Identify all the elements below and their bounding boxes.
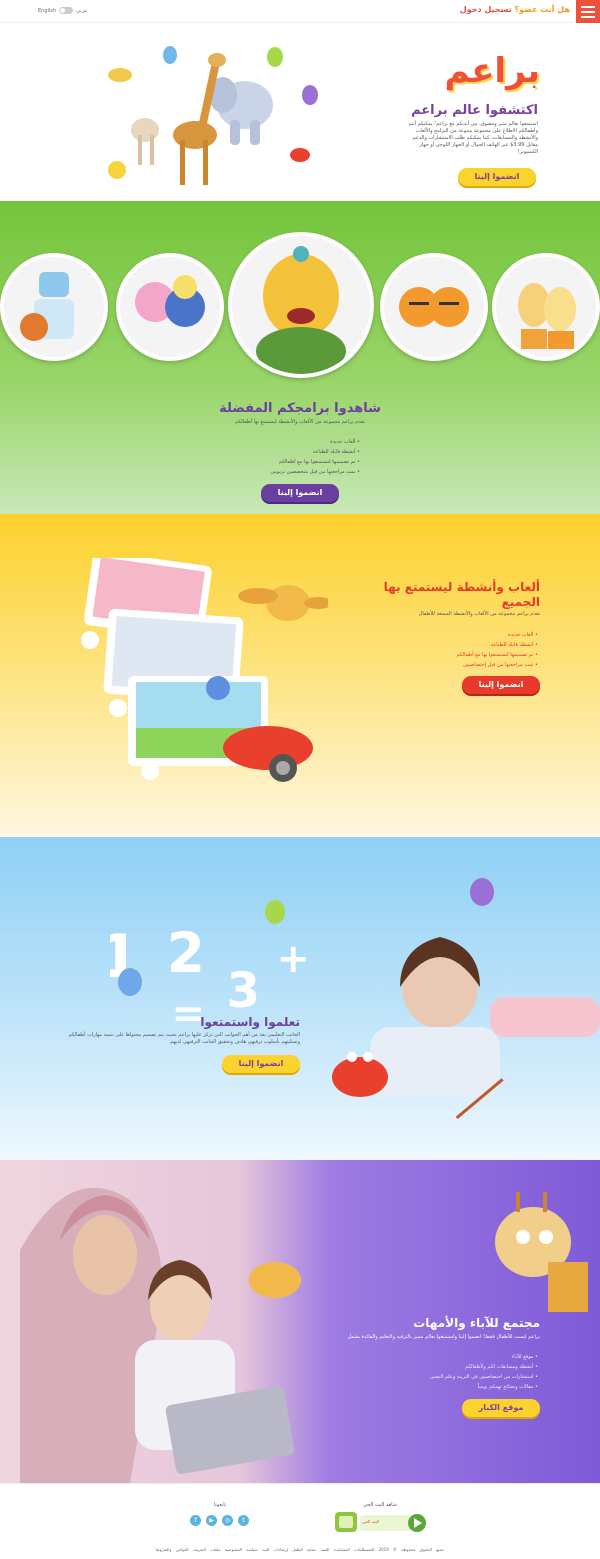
games-section: ألعاب وأنشطة ليستمتع بها الجميع تقدم برا… — [0, 514, 600, 837]
games-subtitle: تقدم براعم مجموعة من الألعاب والأنشطة ال… — [418, 611, 540, 617]
list-item: • موقع للآباء — [511, 1354, 538, 1360]
intro-section: براعم اكتشفوا عالم براعم استمتعوا بعالم … — [0, 23, 600, 201]
shows-section: شاهدوا برامجكم المفضلة تقدم براعم مجموعة… — [0, 201, 600, 514]
games-title: ألعاب وأنشطة ليستمتع بها الجميع — [383, 580, 540, 609]
learn-section: 1 2 3 + = تعلموا واستمتعوا الجانب التعلي… — [0, 837, 600, 1160]
parents-subtitle: براعم ليست للأطفال فقط! انضموا إلينا واس… — [347, 1334, 540, 1340]
lang-arabic[interactable]: عربي — [76, 8, 87, 14]
site-footer: شاهد البث الحي البث الحي تابعونا f ▶ ◎ t… — [0, 1483, 600, 1559]
svg-text:3: 3 — [227, 963, 260, 1019]
svg-text:=: = — [171, 991, 205, 1037]
animal-characters-illustration — [108, 46, 318, 185]
lang-english[interactable]: English — [38, 8, 56, 14]
parents-photo-illustration — [20, 1187, 301, 1483]
character-circle-robot[interactable] — [0, 253, 108, 361]
games-features: • ألعاب جديدة • أنشطة قابلة للطباعة • تم… — [378, 630, 538, 670]
parents-section: مجتمع للآباء والأمهات براعم ليست للأطفال… — [0, 1160, 600, 1483]
parents-title: مجتمع للآباء والأمهات — [413, 1316, 540, 1330]
parents-site-button[interactable]: موقع الكبار — [462, 1399, 540, 1417]
list-item: • استشارات من اختصاصيين في التربية وعلم … — [429, 1374, 538, 1380]
intro-join-button[interactable]: انضموا إلينا — [458, 168, 536, 186]
games-cards-illustration — [81, 558, 328, 782]
language-toggle[interactable] — [59, 7, 74, 14]
top-header: هل أنت عضو؟ تسجيل دخول English عربي — [0, 0, 600, 23]
list-item: • تمت مراجعتها من قبل إختصاصيين — [463, 662, 538, 668]
member-login: هل أنت عضو؟ تسجيل دخول — [460, 5, 570, 14]
follow-us-label: تابعونا — [213, 1502, 227, 1508]
list-item: • تم تصميمها لتستمتعوا بها مع أطفالكم — [278, 459, 360, 465]
learn-description: الجانب التعليمي يعد من أهم الجوانب التي … — [68, 1032, 300, 1045]
character-circle-kids[interactable] — [492, 253, 600, 361]
list-item: • أنشطة ومسابقات لكم ولأطفالكم — [464, 1364, 538, 1370]
list-item: • ألعاب جديدة — [507, 632, 538, 638]
parents-features: • موقع للآباء • أنشطة ومسابقات لكم ولأطف… — [378, 1352, 538, 1392]
giraffe-illustration — [495, 1192, 588, 1312]
list-item: • ألعاب جديدة — [329, 439, 360, 445]
list-item: • تم تصميمها لتستمتعوا بها مع أطفالكم — [456, 652, 538, 658]
footer-links[interactable]: جميع الحقوق محفوظة © 2019 المصطلحات المس… — [0, 1547, 600, 1552]
hamburger-menu-button[interactable] — [576, 0, 600, 23]
intro-title: اكتشفوا عالم براعم — [411, 103, 538, 118]
live-tv-widget[interactable] — [335, 1510, 427, 1536]
learn-title: تعلموا واستمتعوا — [200, 1015, 300, 1029]
shows-subtitle: تقدم براعم مجموعة من الألعاب والأنشطة لي… — [235, 419, 365, 425]
shows-features: • ألعاب جديدة • أنشطة قابلة للطباعة • تم… — [240, 437, 360, 477]
language-switcher[interactable]: English عربي — [38, 7, 87, 14]
svg-text:2: 2 — [167, 921, 205, 985]
baraem-logo: براعم — [444, 51, 540, 91]
watch-live-label: شاهد البث الحي — [363, 1502, 397, 1508]
list-item: • أنشطة قابلة للطباعة — [312, 449, 360, 455]
list-item: • مقالات ونصائح تهمكم يومياً — [477, 1384, 538, 1390]
live-label: البث الحي — [362, 1519, 379, 1524]
learn-join-button[interactable]: انضموا إلينا — [222, 1055, 300, 1073]
list-item: • تمت مراجعتها من قبل متخصصين تربويين — [270, 469, 360, 475]
login-link[interactable]: تسجيل دخول — [460, 5, 512, 14]
list-item: • أنشطة قابلة للطباعة — [490, 642, 538, 648]
member-question: هل أنت عضو؟ — [514, 5, 570, 14]
learning-illustration: 1 2 3 + = — [110, 878, 600, 1120]
twitter-icon[interactable]: t — [238, 1515, 249, 1526]
youtube-icon[interactable]: ▶ — [206, 1515, 217, 1526]
instagram-icon[interactable]: ◎ — [222, 1515, 233, 1526]
character-circle-main[interactable] — [228, 232, 374, 378]
shows-join-button[interactable]: انضموا إلينا — [261, 484, 339, 502]
character-circle-tigers[interactable] — [380, 253, 488, 361]
character-circle-puppets[interactable] — [116, 253, 224, 361]
shows-title: شاهدوا برامجكم المفضلة — [219, 401, 381, 416]
svg-text:+: + — [276, 936, 310, 982]
facebook-icon[interactable]: f — [190, 1515, 201, 1526]
games-join-button[interactable]: انضموا إلينا — [462, 676, 540, 694]
intro-description: استمتعوا بعالم مثير ومشوق، بين أيديكم مع… — [408, 121, 538, 155]
